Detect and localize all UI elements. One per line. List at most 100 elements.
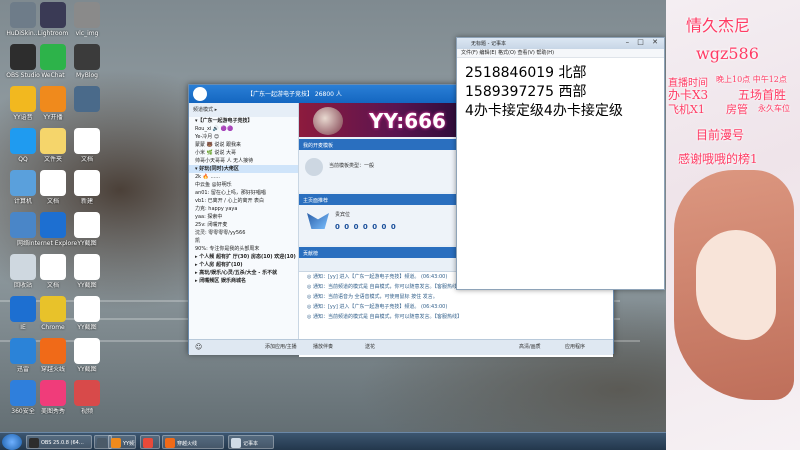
rule-text: 房管 (726, 103, 748, 116)
notepad-titlebar[interactable]: 无标题 - 记事本 – □ ✕ (457, 38, 664, 49)
quality-button[interactable]: 高清/画质 (519, 343, 541, 350)
channel-member[interactable]: 2k 🔥 ...... (189, 173, 298, 181)
mic-template-pane[interactable]: 当前模板类型：一般 (299, 150, 459, 192)
desktop-icon-label: YY开播 (43, 114, 63, 121)
room-banner: YY:666 (299, 103, 459, 137)
notepad-menu[interactable]: 文件(F) 编辑(E) 格式(O) 查看(V) 帮助(H) (457, 49, 664, 58)
taskbar-item[interactable]: 记事本 (228, 435, 274, 449)
streamer-id: wgz586 (696, 44, 759, 63)
taskbar-item-label: 穿越火线 (177, 441, 198, 447)
desktop-icon[interactable] (63, 86, 111, 114)
channel-member[interactable]: Ye-冷月 😊 (189, 133, 298, 141)
pane-title: 主页面推荐 (299, 194, 459, 205)
channel-group[interactable]: ▸ 个人房 超有扩(10) (189, 261, 298, 269)
desktop-icon[interactable]: 文档 (63, 128, 111, 163)
taskbar-item-label: OBS 25.0.8 (64… (41, 440, 84, 446)
desktop-app-icon (74, 254, 100, 280)
channel-group[interactable]: ▸ 高玩/娱乐/心灵/五杀/大全 - 乐不就 (189, 269, 298, 277)
desktop-app-icon (74, 296, 100, 322)
desktop-icon[interactable]: MyBlog (63, 44, 111, 79)
live-room-title: 【广东一起游电子竞技】 26800 人 (247, 91, 342, 98)
channel-list[interactable]: 频道模式 ▸ ▾【广东一起游电子竞技】 Rou_xi 🔊 🟣🟣 Ye-冷月 😊 … (189, 103, 299, 339)
anime-face-image (696, 230, 776, 340)
desktop-icon[interactable]: vlc_img (63, 2, 111, 37)
channel-group[interactable]: ▸ 个人频 超有扩 厅(30) 房态(10) 欢迎(10) (189, 253, 298, 261)
streamer-name: 情久杰尼 (686, 16, 751, 35)
channel-member[interactable]: 沈灵: 零零零零/yy566 (189, 229, 298, 237)
channel-group[interactable]: ▾ 好玩(同时)大佬区 (189, 165, 298, 173)
window-controls-icon[interactable]: – □ ✕ (626, 38, 661, 46)
channel-member[interactable]: 中云鱼 @好明乐 (189, 181, 298, 189)
taskbar-app-icon (143, 438, 153, 448)
banner-text: YY:666 (369, 109, 446, 133)
desktop-icon-label: 新建 (80, 198, 93, 205)
desktop-app-icon (74, 380, 100, 406)
stream-overlay: 情久杰尼 wgz586 直播时间 晚上10点 中午12点 办卡X3 五场首胜 飞… (666, 0, 800, 450)
notepad-window[interactable]: 无标题 - 记事本 – □ ✕ 文件(F) 编辑(E) 格式(O) 查看(V) … (456, 37, 665, 290)
taskbar-app-icon (97, 438, 107, 448)
channel-member[interactable]: 蒙蒙 🐻 说说 跟我来 (189, 141, 298, 149)
recommend-pane[interactable]: 贵宾位 0 0 0 0 0 0 0 (299, 205, 459, 245)
desktop-icon-label: 文档 (80, 156, 93, 163)
channel-member[interactable]: 小米 🌿 说说 大哥 (189, 149, 298, 157)
notepad-line: 1589397275 西部 (465, 84, 587, 100)
desktop-icon-label: MyBlog (76, 72, 98, 79)
desktop-icon[interactable]: YY截图 (63, 338, 111, 373)
desktop-icon[interactable]: YY截图 (63, 254, 111, 289)
flower-button[interactable]: 送花 (365, 343, 375, 350)
taskbar-item[interactable]: 穿越火线 (162, 435, 224, 449)
channel-member[interactable]: 凯 (189, 237, 298, 245)
music-button[interactable]: 播放伴奏 (313, 343, 333, 350)
desktop-app-icon (74, 86, 100, 112)
schedule-time: 晚上10点 中午12点 (716, 75, 787, 84)
chat-message: ◎ 通知：当前语音为 全语音模式，可使用鼠标 按住 发言。 (307, 294, 438, 300)
notepad-line: 4办卡接定级4办卡接定级 (465, 103, 623, 119)
desktop-app-icon (74, 338, 100, 364)
channel-member[interactable]: 帅哥小天哥哥 人 无人接待 (189, 157, 298, 165)
app-logo-icon (193, 87, 207, 101)
taskbar-app-icon (165, 438, 175, 448)
desktop-icon-label: YY截图 (77, 366, 97, 373)
taskbar-item[interactable]: OBS 25.0.8 (64… (26, 435, 92, 449)
desktop-app-icon (74, 2, 100, 28)
pane-text: 贵宾位 (335, 212, 351, 218)
taskbar-item[interactable]: YY频道… (108, 435, 136, 449)
channel-member[interactable]: Rou_xi 🔊 🟣🟣 (189, 125, 298, 133)
add-app-button[interactable]: 添加应用/主播 (265, 343, 297, 350)
desktop-app-icon (74, 128, 100, 154)
desktop-icon[interactable]: YY截图 (63, 212, 111, 247)
desktop-icon[interactable]: 新建 (63, 170, 111, 205)
desktop-icon-label: 视频 (80, 408, 93, 415)
notepad-title: 无标题 - 记事本 (471, 41, 506, 47)
desktop-icon[interactable]: YY截图 (63, 296, 111, 331)
channel-member[interactable]: 90%: 专注你是我的头部周末 (189, 245, 298, 253)
apps-button[interactable]: 应用程序 (565, 343, 585, 350)
seat-badge: 0 0 0 0 0 0 0 (335, 223, 397, 231)
channel-group[interactable]: ▸ 闭嘴频区 娱乐商城名 (189, 277, 298, 285)
taskbar-app-icon (29, 438, 39, 448)
desktop-icon-label: YY截图 (77, 240, 97, 247)
thanks-text: 感谢哦哦的榜1 (678, 152, 758, 166)
channel-member[interactable]: 力克: happy yaya (189, 205, 298, 213)
desktop-icon[interactable]: 视频 (63, 380, 111, 415)
taskbar: OBS 25.0.8 (64… YY频道… 穿越火线 记事本 (0, 432, 666, 450)
desktop-icon-label: YY截图 (77, 324, 97, 331)
rule-text: 永久车位 (758, 104, 790, 113)
channel-list-header[interactable]: 频道模式 ▸ (189, 103, 298, 117)
start-button[interactable] (2, 434, 22, 450)
template-icon (305, 158, 323, 176)
taskbar-item[interactable] (140, 435, 160, 449)
channel-group[interactable]: ▾【广东一起游电子竞技】 (189, 117, 298, 125)
desktop-app-icon (74, 212, 100, 238)
channel-member[interactable]: vb1: 已离开 / 心上的离开 表白 (189, 197, 298, 205)
pane-title: 我的开麦模板 (299, 139, 459, 150)
channel-member[interactable]: an01: 留在心上吗，那好好唱唱 (189, 189, 298, 197)
taskbar-item-label: 记事本 (243, 441, 259, 447)
notepad-text-area[interactable]: 2518846019 北部 1589397275 西部 4办卡接定级4办卡接定级 (457, 58, 664, 127)
emoji-icon[interactable]: ☺ (195, 343, 202, 351)
channel-member[interactable]: 25v: 闭嘴开麦 (189, 221, 298, 229)
banner-figure-image (313, 107, 343, 135)
chat-message: ◎ 通知：当前频道的模式是 自由模式，你可以随意发言。【客服热线】 (307, 314, 463, 320)
channel-member[interactable]: yaa: 探索中 (189, 213, 298, 221)
wings-icon (307, 213, 329, 229)
